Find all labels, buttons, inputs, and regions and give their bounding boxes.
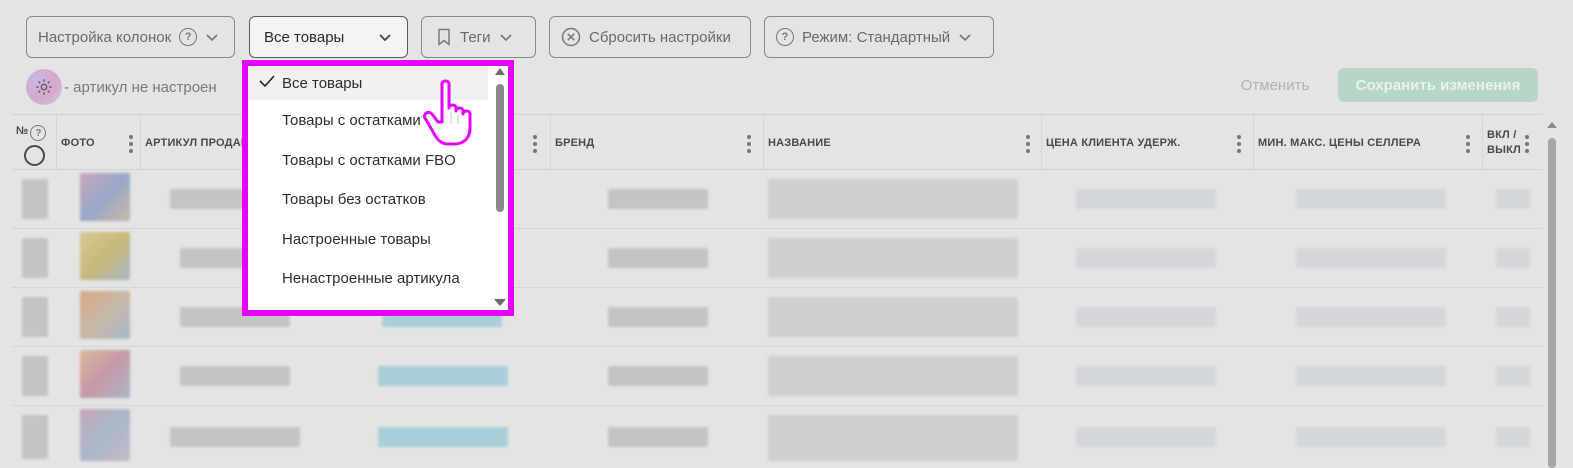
mode-label: Режим: Стандартный	[802, 28, 951, 46]
hand-pointer-icon	[423, 79, 472, 146]
scrollbar-thumb[interactable]	[496, 84, 504, 212]
dropdown-option-label: Товары с остатками	[282, 111, 421, 129]
dropdown-option-label: Товары с остатками FBO	[282, 151, 456, 169]
close-circle-icon	[561, 27, 581, 47]
columns-settings-button[interactable]: Настройка колонок ?	[26, 16, 235, 58]
col-brand-label: БРЕНД	[555, 137, 595, 149]
col-minmax: МИН. МАКС. ЦЕНЫ СЕЛЛЕРА	[1254, 115, 1483, 171]
dropdown-option[interactable]: Товары без остатков	[248, 182, 488, 216]
table-scrollbar[interactable]	[1546, 120, 1558, 468]
dropdown-option-label: Все товары	[282, 74, 363, 92]
cancel-button[interactable]: Отменить	[1222, 68, 1328, 102]
gear-icon	[26, 69, 62, 105]
scroll-up-arrow-icon[interactable]	[494, 67, 506, 76]
column-menu-icon[interactable]	[1525, 135, 1529, 153]
dropdown-scrollbar[interactable]	[492, 66, 508, 310]
dropdown-option[interactable]: Товары с остатками FBO	[248, 143, 488, 177]
col-brand: БРЕНД	[551, 115, 764, 171]
col-name-label: НАЗВАНИЕ	[768, 137, 831, 149]
col-article-label: АРТИКУЛ ПРОДАВ	[145, 137, 249, 149]
col-toggle-label-1: ВКЛ /	[1487, 129, 1517, 141]
chevron-down-icon	[959, 34, 971, 42]
reset-settings-label: Сбросить настройки	[589, 28, 731, 46]
col-photo: ФОТО	[57, 115, 141, 171]
col-toggle: ВКЛ / ВЫКЛ	[1483, 115, 1542, 171]
column-menu-icon[interactable]	[747, 135, 751, 153]
tags-label: Теги	[460, 28, 491, 46]
column-menu-icon[interactable]	[129, 135, 133, 153]
col-photo-label: ФОТО	[61, 137, 95, 149]
column-menu-icon[interactable]	[1237, 135, 1241, 153]
dropdown-option[interactable]: Настроенные товары	[248, 222, 488, 256]
scroll-up-arrow-icon[interactable]	[1546, 120, 1558, 130]
help-icon: ?	[776, 28, 794, 46]
unset-article-legend: - артикул не настроен	[64, 79, 217, 96]
col-toggle-label-2: ВЫКЛ	[1487, 144, 1521, 156]
dropdown-option-label: Ненастроенные артикула	[282, 269, 460, 287]
col-num-label: №	[16, 125, 29, 137]
dropdown-option[interactable]: Ненастроенные артикула	[248, 261, 488, 295]
col-price: ЦЕНА КЛИЕНТА УДЕРЖ.	[1042, 115, 1254, 171]
chevron-down-icon	[499, 34, 512, 42]
page: Настройка колонок ? Все товары Теги Сбро…	[0, 0, 1573, 468]
bookmark-icon	[438, 28, 450, 46]
column-menu-icon[interactable]	[533, 135, 537, 153]
dropdown-option-label: Товары без остатков	[282, 190, 426, 208]
check-icon	[259, 75, 275, 88]
select-all-checkbox[interactable]	[24, 145, 45, 166]
help-icon[interactable]: ?	[30, 125, 47, 141]
table-row[interactable]	[12, 348, 1542, 406]
products-filter-select[interactable]: Все товары	[249, 16, 408, 58]
reset-settings-button[interactable]: Сбросить настройки	[549, 16, 751, 58]
table-row[interactable]	[12, 407, 1542, 468]
save-changes-button[interactable]: Сохранить изменения	[1338, 68, 1538, 102]
col-price-label: ЦЕНА КЛИЕНТА УДЕРЖ.	[1046, 137, 1181, 149]
column-menu-icon[interactable]	[1026, 135, 1030, 153]
scrollbar-thumb[interactable]	[1548, 138, 1556, 468]
chevron-down-icon	[206, 34, 218, 42]
col-name: НАЗВАНИЕ	[764, 115, 1042, 171]
chevron-down-icon	[379, 34, 391, 42]
scroll-down-arrow-icon[interactable]	[493, 298, 507, 307]
products-filter-label: Все товары	[264, 28, 345, 46]
mode-select[interactable]: ? Режим: Стандартный	[764, 16, 994, 58]
col-minmax-label: МИН. МАКС. ЦЕНЫ СЕЛЛЕРА	[1258, 137, 1421, 149]
columns-settings-label: Настройка колонок	[38, 28, 172, 46]
help-icon[interactable]: ?	[179, 28, 198, 46]
dropdown-option-label: Настроенные товары	[282, 230, 431, 248]
column-menu-icon[interactable]	[1466, 135, 1470, 153]
tags-button[interactable]: Теги	[421, 16, 536, 58]
col-num: № ?	[12, 115, 57, 171]
